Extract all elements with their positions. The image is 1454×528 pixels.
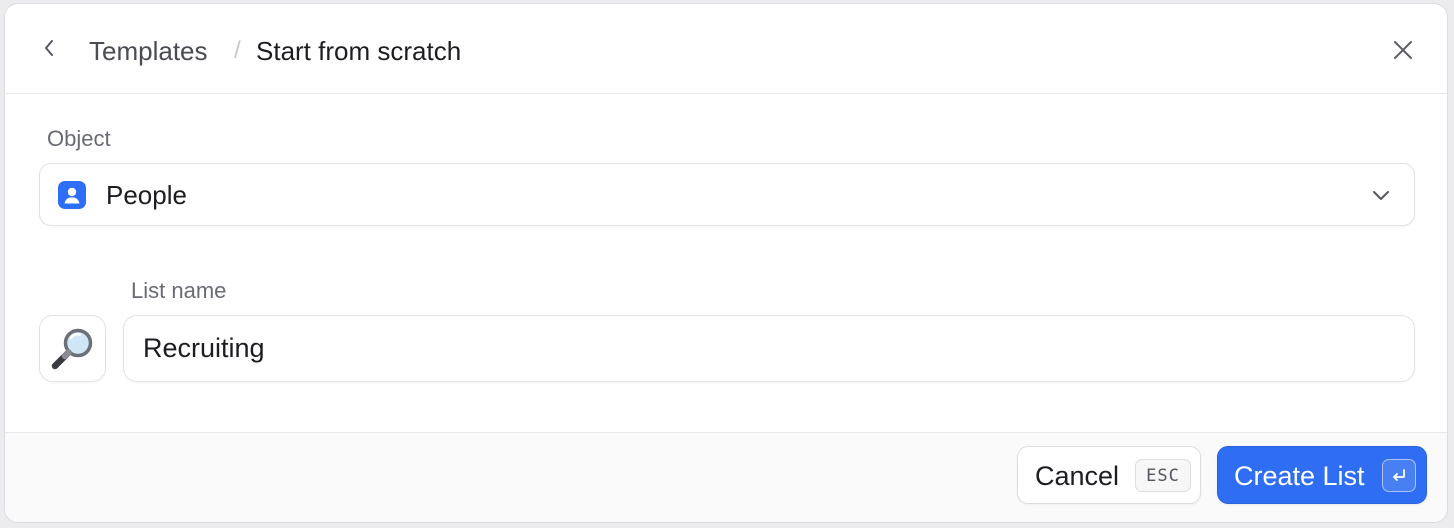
esc-shortcut-badge: ESC [1135, 459, 1191, 492]
modal-header: Templates / Start from scratch [5, 4, 1447, 94]
cancel-button[interactable]: Cancel ESC [1017, 446, 1201, 504]
chevron-down-icon [1368, 182, 1394, 208]
list-name-input[interactable] [123, 315, 1415, 382]
person-icon [58, 181, 86, 209]
breadcrumb-current: Start from scratch [256, 36, 462, 66]
object-select-value: People [106, 180, 187, 210]
create-list-button[interactable]: Create List [1217, 446, 1427, 504]
breadcrumb-templates[interactable]: Templates [89, 35, 208, 67]
object-label: Object [47, 126, 111, 151]
close-button[interactable] [1389, 36, 1417, 64]
close-icon [1394, 41, 1412, 59]
emoji-picker-button[interactable] [39, 315, 106, 382]
create-list-modal: Templates / Start from scratch Object Pe… [4, 3, 1448, 523]
back-button[interactable] [35, 34, 63, 62]
create-list-button-label: Create List [1234, 461, 1365, 491]
object-select[interactable]: People [39, 163, 1415, 226]
list-name-label: List name [131, 278, 227, 303]
enter-key-icon [1382, 459, 1416, 492]
chevron-left-icon [45, 40, 53, 56]
breadcrumb-separator: / [234, 37, 241, 64]
cancel-button-label: Cancel [1035, 461, 1120, 491]
magnifying-glass-icon [51, 328, 92, 369]
